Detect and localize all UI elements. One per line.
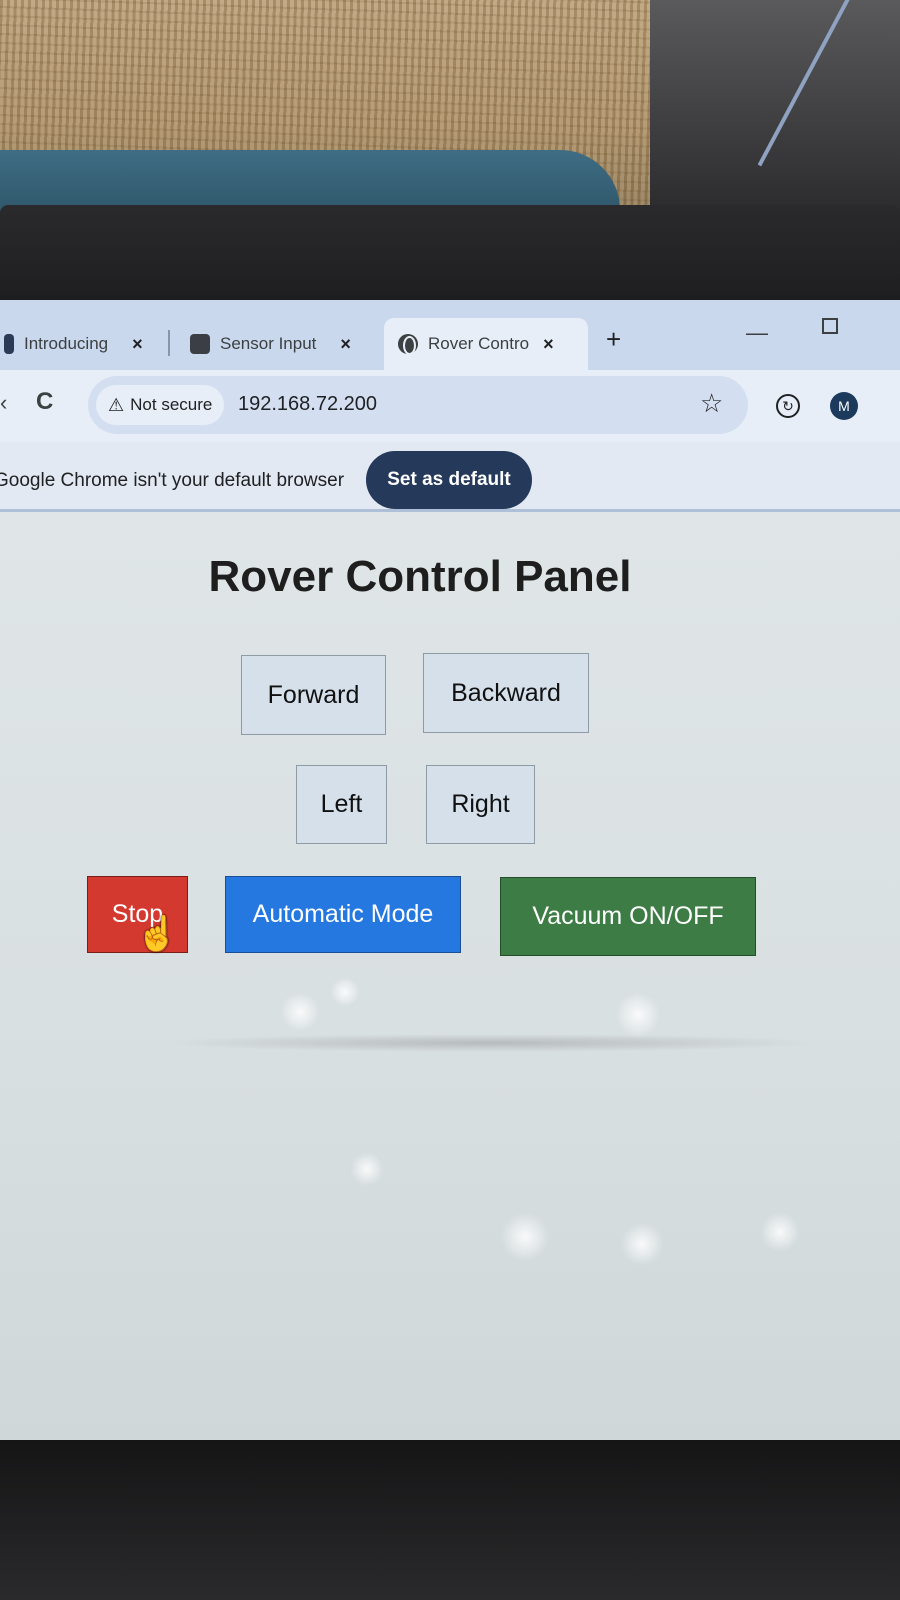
screen-glare bbox=[350, 1152, 384, 1186]
tab-close-icon[interactable]: × bbox=[543, 334, 554, 355]
screen-glare bbox=[500, 1212, 550, 1262]
maximize-icon[interactable] bbox=[822, 318, 838, 334]
tab-strip: Introducing × Sensor Input × Rover Contr… bbox=[0, 300, 900, 370]
tab-close-icon[interactable]: × bbox=[340, 334, 351, 355]
browser-toolbar: ‹ C ⚠ Not secure 192.168.72.200 ☆ ↻ M bbox=[0, 370, 900, 442]
screen-glare bbox=[760, 1212, 800, 1252]
laptop-bezel-bottom bbox=[0, 1440, 900, 1600]
default-browser-infobar: Google Chrome isn't your default browser… bbox=[0, 442, 900, 512]
browser-window: Introducing × Sensor Input × Rover Contr… bbox=[0, 300, 900, 1440]
tab-close-icon[interactable]: × bbox=[132, 334, 143, 355]
profile-avatar[interactable]: M bbox=[830, 392, 858, 420]
minimize-icon[interactable]: — bbox=[746, 320, 768, 346]
reload-icon[interactable]: C bbox=[36, 388, 53, 416]
security-chip[interactable]: ⚠ Not secure bbox=[96, 385, 225, 425]
tab-separator bbox=[168, 330, 170, 356]
screen-glare bbox=[280, 992, 320, 1032]
screen-glare bbox=[615, 992, 661, 1038]
globe-icon bbox=[398, 334, 418, 355]
background-wall bbox=[650, 0, 900, 215]
extension-icon[interactable]: ↻ bbox=[776, 394, 800, 418]
hand-cursor-icon: ☝ bbox=[136, 915, 179, 953]
left-button[interactable]: Left bbox=[296, 765, 387, 844]
screen-glare bbox=[330, 977, 360, 1007]
tab-rover-control[interactable]: Rover Contro × bbox=[384, 318, 588, 370]
security-label: Not secure bbox=[130, 395, 213, 414]
set-as-default-button[interactable]: Set as default bbox=[366, 451, 532, 509]
tab-introducing[interactable]: Introducing × bbox=[0, 318, 157, 370]
tab-label: Introducing bbox=[24, 334, 109, 353]
warning-icon: ⚠ bbox=[108, 394, 125, 415]
new-tab-button[interactable]: + bbox=[606, 324, 621, 355]
tab-favicon-icon bbox=[4, 334, 14, 354]
page-content: Rover Control Panel Forward Backward Lef… bbox=[0, 512, 900, 1440]
vacuum-toggle-button[interactable]: Vacuum ON/OFF bbox=[500, 877, 756, 956]
tab-label: Sensor Input bbox=[220, 334, 317, 353]
back-icon[interactable]: ‹ bbox=[0, 390, 7, 416]
background-desk bbox=[0, 0, 900, 220]
screen-glare bbox=[620, 1222, 664, 1266]
address-bar[interactable]: ⚠ Not secure 192.168.72.200 ☆ bbox=[88, 376, 748, 434]
url-text[interactable]: 192.168.72.200 bbox=[238, 393, 377, 416]
backward-button[interactable]: Backward bbox=[423, 653, 589, 733]
forward-button[interactable]: Forward bbox=[241, 655, 386, 735]
right-button[interactable]: Right bbox=[426, 765, 535, 844]
automatic-mode-button[interactable]: Automatic Mode bbox=[225, 876, 461, 953]
screen-smudge bbox=[160, 1034, 820, 1052]
tab-favicon-icon bbox=[190, 334, 210, 354]
infobar-message: Google Chrome isn't your default browser bbox=[0, 470, 345, 491]
tab-label: Rover Contro bbox=[428, 334, 530, 353]
page-title: Rover Control Panel bbox=[208, 552, 632, 601]
laptop-bezel-top bbox=[0, 205, 900, 310]
bookmark-star-icon[interactable]: ☆ bbox=[700, 388, 723, 419]
tab-sensor-input[interactable]: Sensor Input × bbox=[176, 318, 365, 370]
